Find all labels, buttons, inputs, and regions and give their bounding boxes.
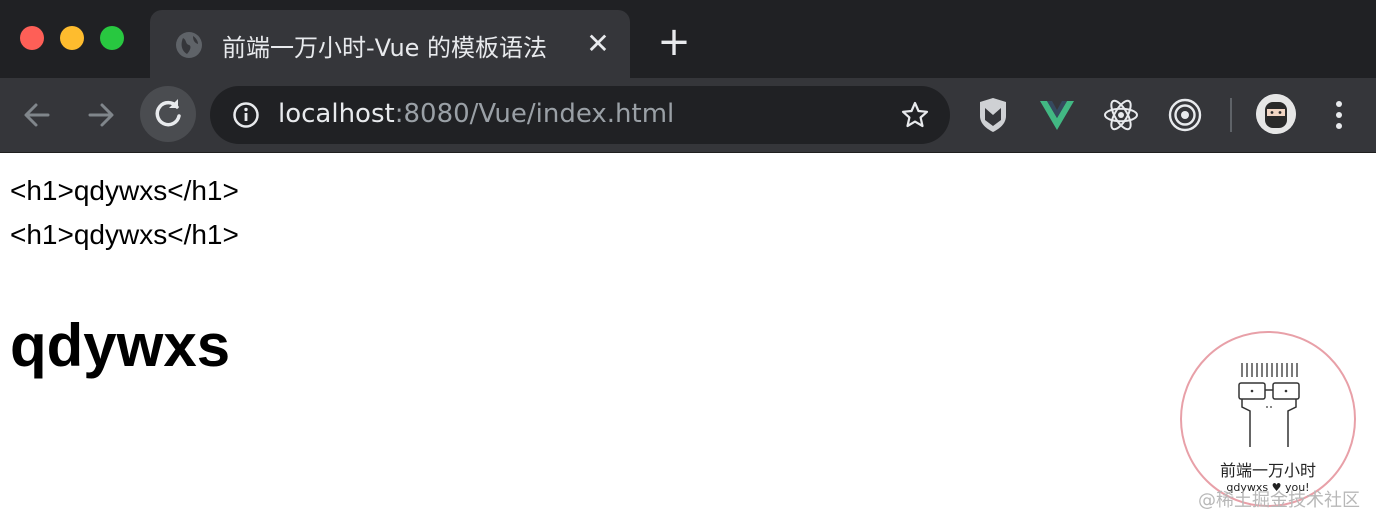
site-watermark: @稀土掘金技术社区 xyxy=(1198,490,1360,511)
target-icon[interactable] xyxy=(1166,96,1204,134)
url-path: :8080/Vue/index.html xyxy=(394,99,675,129)
toolbar-divider xyxy=(1230,98,1232,132)
page-heading: qdywxs xyxy=(10,312,231,379)
globe-icon xyxy=(176,32,202,58)
react-icon[interactable] xyxy=(1102,96,1140,134)
author-watermark: 前端一万小时 qdywxs ♥ you! xyxy=(1180,331,1356,507)
raw-html-text: <h1>qdywxs</h1> xyxy=(10,175,239,206)
active-tab[interactable]: 前端一万小时-Vue 的模板语法 ✕ xyxy=(150,10,630,78)
minimize-window-button[interactable] xyxy=(60,26,84,50)
new-tab-button[interactable]: + xyxy=(654,22,694,64)
avatar-icon xyxy=(1256,94,1296,134)
url-text[interactable]: localhost:8080/Vue/index.html xyxy=(278,99,674,129)
profile-avatar[interactable] xyxy=(1256,94,1296,134)
close-window-button[interactable] xyxy=(20,26,44,50)
nerd-face-logo xyxy=(1238,363,1300,447)
reload-button[interactable] xyxy=(140,86,196,142)
kebab-menu-icon[interactable] xyxy=(1324,96,1354,134)
tab-title: 前端一万小时-Vue 的模板语法 xyxy=(222,34,548,62)
raw-html-text: <h1>qdywxs</h1> xyxy=(10,219,239,250)
address-bar[interactable]: localhost:8080/Vue/index.html xyxy=(210,86,950,144)
page-content: <h1>qdywxs</h1> <h1>qdywxs</h1> qdywxs xyxy=(0,153,1376,528)
tab-close-icon[interactable]: ✕ xyxy=(582,28,614,60)
vue-icon[interactable] xyxy=(1038,96,1076,134)
browser-window: 前端一万小时-Vue 的模板语法 ✕ + localhost:8080/Vue/… xyxy=(0,0,1376,528)
shield-m-icon[interactable] xyxy=(974,96,1012,134)
tab-strip: 前端一万小时-Vue 的模板语法 ✕ + xyxy=(0,0,1376,78)
browser-toolbar: localhost:8080/Vue/index.html xyxy=(0,78,1376,153)
star-icon[interactable] xyxy=(900,100,930,130)
maximize-window-button[interactable] xyxy=(100,26,124,50)
reload-icon xyxy=(155,99,181,127)
forward-arrow-icon[interactable] xyxy=(78,92,124,138)
back-arrow-icon[interactable] xyxy=(14,92,60,138)
info-icon[interactable] xyxy=(232,101,260,129)
url-host: localhost xyxy=(278,99,395,129)
watermark-brand: 前端一万小时 xyxy=(1219,461,1316,480)
